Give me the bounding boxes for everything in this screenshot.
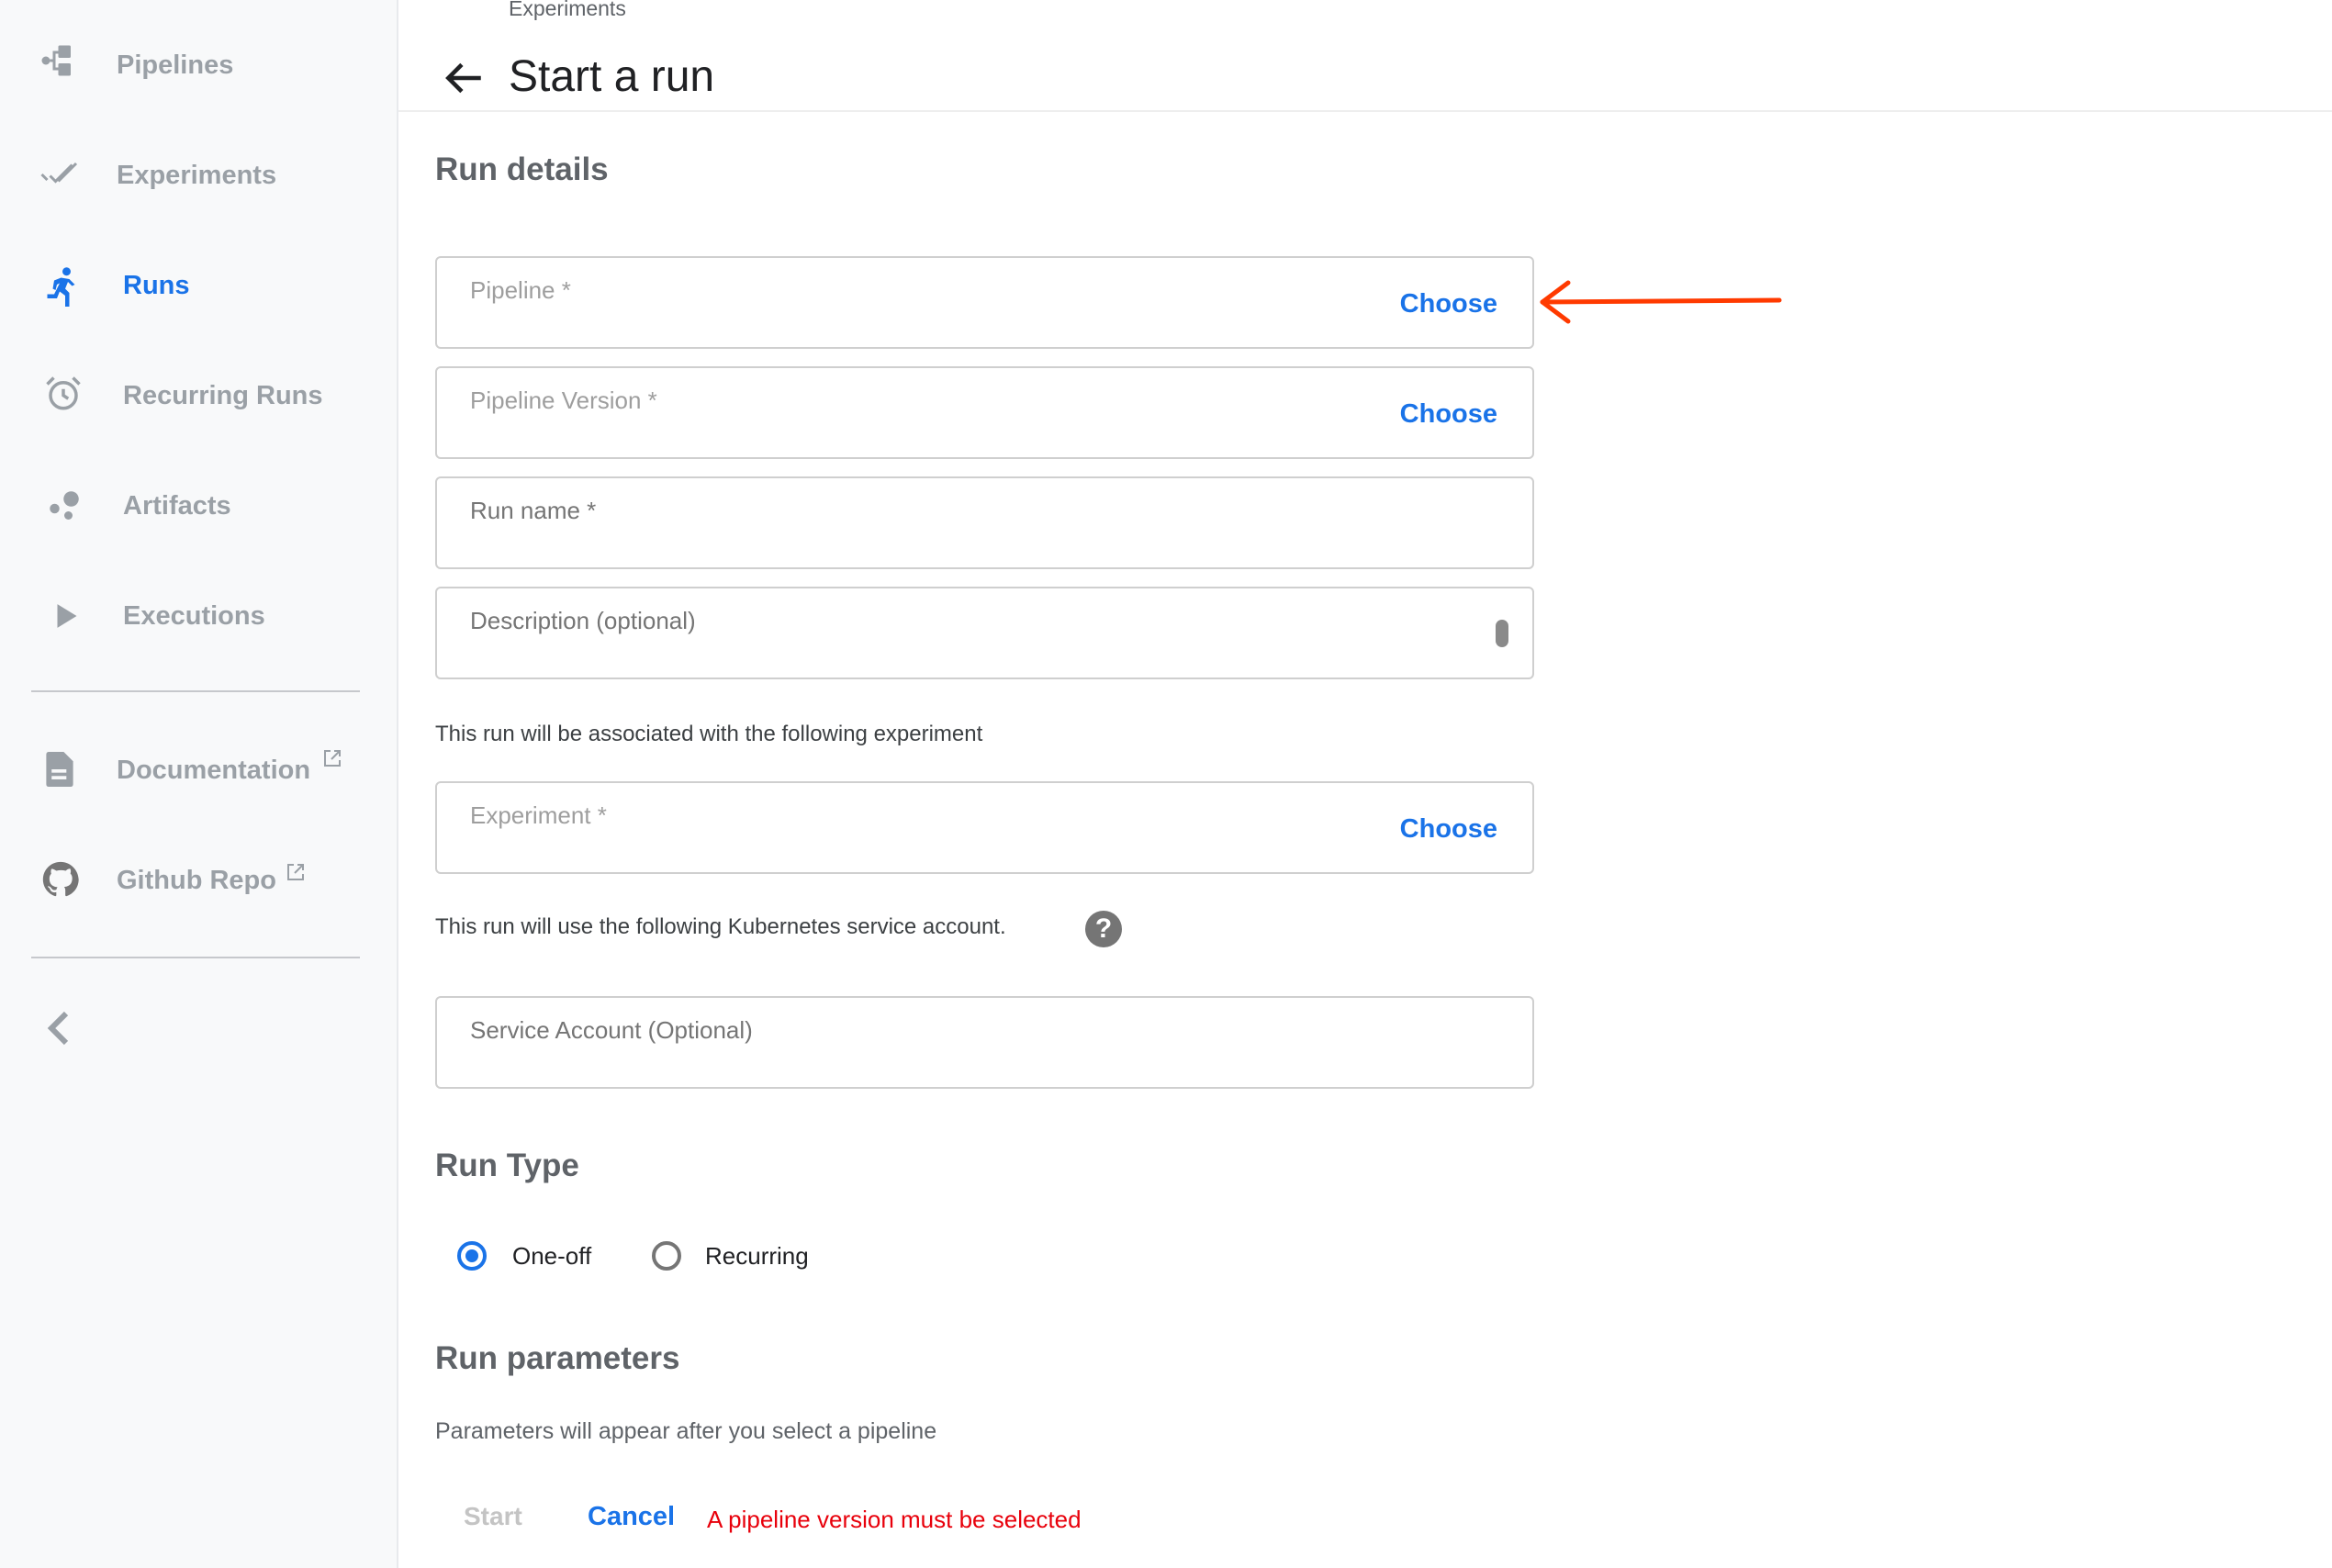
runs-icon: [47, 267, 75, 307]
sidebar-item-executions[interactable]: Executions: [0, 575, 397, 657]
sidebar-item-label: Artifacts: [123, 491, 231, 521]
run-name-field[interactable]: Run name *: [435, 476, 1534, 569]
external-link-icon: [287, 864, 304, 880]
radio-label: One-off: [512, 1242, 592, 1270]
radio-label: Recurring: [705, 1242, 809, 1270]
github-icon: [42, 861, 79, 897]
pipeline-version-choose-button[interactable]: Choose: [1400, 399, 1497, 430]
sidebar-item-runs[interactable]: Runs: [0, 244, 397, 327]
page-title: Start a run: [509, 52, 715, 101]
arrow-back-icon[interactable]: [441, 55, 487, 101]
pipeline-field[interactable]: Pipeline * Choose: [435, 256, 1534, 349]
pipeline-field-label: Pipeline *: [470, 276, 571, 304]
sidebar-item-label: Recurring Runs: [123, 381, 323, 410]
service-account-note: This run will use the following Kubernet…: [435, 914, 1006, 939]
experiment-note: This run will be associated with the fol…: [435, 722, 983, 746]
run-parameters-note: Parameters will appear after you select …: [435, 1418, 937, 1444]
textarea-scrollbar[interactable]: [1496, 620, 1508, 647]
cancel-button[interactable]: Cancel: [588, 1502, 675, 1532]
sidebar-item-label: Runs: [123, 271, 190, 300]
service-account-field[interactable]: Service Account (Optional): [435, 996, 1534, 1089]
experiment-field-label: Experiment *: [470, 801, 607, 829]
pipeline-version-field-label: Pipeline Version *: [470, 386, 657, 414]
pipelines-icon: [41, 45, 71, 76]
alarm-clock-icon: [46, 376, 81, 410]
sidebar: Pipelines Experiments Runs Recurring Run…: [0, 0, 398, 1568]
pipeline-version-field[interactable]: Pipeline Version * Choose: [435, 366, 1534, 459]
description-field[interactable]: Description (optional): [435, 587, 1534, 679]
sidebar-item-artifacts[interactable]: Artifacts: [0, 465, 397, 547]
external-link-icon: [324, 750, 341, 767]
sidebar-item-label: Executions: [123, 601, 265, 631]
sidebar-divider: [31, 690, 360, 692]
breadcrumb[interactable]: Experiments: [509, 0, 626, 21]
sidebar-item-experiments[interactable]: Experiments: [0, 134, 397, 217]
experiment-field[interactable]: Experiment * Choose: [435, 781, 1534, 874]
artifacts-icon: [50, 491, 79, 520]
description-field-label: Description (optional): [470, 607, 696, 634]
service-account-field-label: Service Account (Optional): [470, 1016, 753, 1044]
sidebar-link-documentation[interactable]: Documentation: [0, 729, 397, 812]
start-button[interactable]: Start: [464, 1502, 522, 1531]
sidebar-item-label: Github Repo: [117, 866, 276, 895]
sidebar-item-label: Pipelines: [117, 50, 234, 80]
run-details-heading: Run details: [435, 151, 609, 187]
experiment-choose-button[interactable]: Choose: [1400, 814, 1497, 845]
run-name-field-label: Run name *: [470, 497, 597, 524]
play-icon: [57, 604, 77, 628]
sidebar-item-recurring-runs[interactable]: Recurring Runs: [0, 354, 397, 437]
sidebar-item-label: Experiments: [117, 161, 277, 190]
document-icon: [46, 752, 73, 787]
radio-checked-icon: [457, 1241, 487, 1271]
chevron-left-icon[interactable]: [40, 1006, 77, 1050]
sidebar-link-github-repo[interactable]: Github Repo: [0, 839, 397, 922]
error-message: A pipeline version must be selected: [707, 1506, 1082, 1533]
radio-unchecked-icon: [652, 1241, 681, 1271]
pipeline-choose-button[interactable]: Choose: [1400, 289, 1497, 319]
experiments-icon: [40, 162, 78, 184]
run-type-heading: Run Type: [435, 1148, 579, 1183]
help-icon[interactable]: ?: [1085, 911, 1122, 947]
header-divider: [398, 110, 2332, 112]
sidebar-item-label: Documentation: [117, 756, 311, 785]
sidebar-item-pipelines[interactable]: Pipelines: [0, 24, 397, 106]
sidebar-divider: [31, 957, 360, 958]
annotation-arrow-icon: [1540, 280, 1782, 324]
run-parameters-heading: Run parameters: [435, 1340, 680, 1376]
